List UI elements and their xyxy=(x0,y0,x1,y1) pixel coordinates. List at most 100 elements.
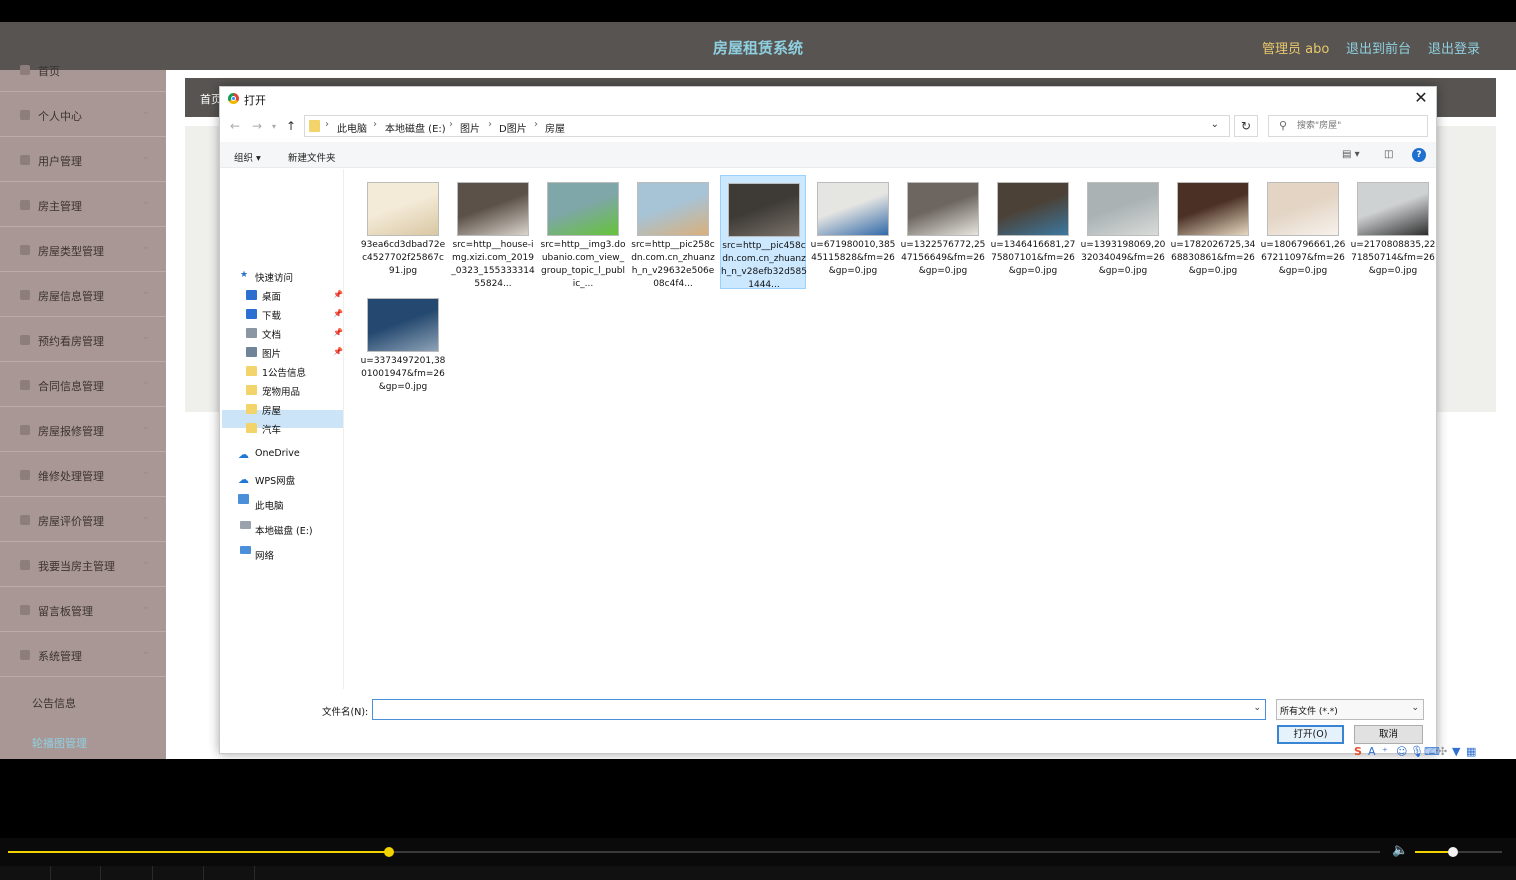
filename-combobox[interactable]: ⌄ xyxy=(372,699,1266,720)
chevron-down-icon[interactable]: ⌄ xyxy=(1411,703,1419,713)
admin-label: 管理员 abo xyxy=(1262,42,1330,57)
nav-downloads[interactable]: 下载 xyxy=(262,308,281,322)
nav-pictures[interactable]: 图片 xyxy=(262,346,281,360)
language-icon[interactable]: A xyxy=(1368,745,1376,758)
view-options-icon[interactable]: ▤ ▾ xyxy=(1342,149,1360,160)
sidebar-item-calendar[interactable]: 预约看房管理 ⌄ xyxy=(0,318,166,362)
search-box[interactable]: ⚲ xyxy=(1268,115,1428,137)
file-item[interactable]: src=http__house-img.xizi.com_2019_0323_1… xyxy=(450,175,536,289)
file-item[interactable]: u=1782026725,3468830861&fm=26&gp=0.jpg xyxy=(1170,175,1256,289)
file-item[interactable]: src=http__img3.doubanio.com_view_group_t… xyxy=(540,175,626,289)
desktop-icon xyxy=(246,290,257,300)
up-arrow-icon[interactable]: ↑ xyxy=(286,119,296,133)
pin-icon[interactable]: 📌 xyxy=(333,309,343,318)
sidebar-item-contract[interactable]: 合同信息管理 ⌄ xyxy=(0,363,166,407)
cancel-button[interactable]: 取消 xyxy=(1354,725,1423,744)
nav-onedrive[interactable]: OneDrive xyxy=(255,448,300,459)
sidebar-item-user[interactable]: 个人中心 ⌄ xyxy=(0,93,166,137)
file-item[interactable]: u=3373497201,3801001947&fm=26&gp=0.jpg xyxy=(360,291,446,405)
seek-handle[interactable] xyxy=(384,847,395,857)
emoji-icon[interactable]: ☺ xyxy=(1396,745,1407,758)
organize-button[interactable]: 组织 ▾ xyxy=(234,150,261,164)
open-button[interactable]: 打开(O) xyxy=(1277,725,1344,744)
nav-pet-supplies-folder[interactable]: 宠物用品 xyxy=(262,384,300,398)
pictures-icon xyxy=(246,347,257,357)
sidebar-item-house[interactable]: 房屋信息管理 ⌄ xyxy=(0,273,166,317)
nav-wps[interactable]: WPS网盘 xyxy=(255,473,295,487)
nav-house-folder[interactable]: 房屋 xyxy=(262,403,281,417)
punctuation-icon[interactable]: ⁺ xyxy=(1382,745,1388,758)
file-item[interactable]: u=1393198069,2032034049&fm=26&gp=0.jpg xyxy=(1080,175,1166,289)
forward-arrow-icon[interactable]: → xyxy=(252,119,262,133)
refresh-icon[interactable]: ↻ xyxy=(1234,115,1258,137)
chevron-down-icon: ⌄ xyxy=(141,331,150,342)
pin-icon[interactable]: 📌 xyxy=(333,290,343,299)
crumb-d-pictures[interactable]: D图片 xyxy=(499,120,527,135)
sidebar-item-settings[interactable]: 系统管理 ⌄ xyxy=(0,633,166,677)
nav-network[interactable]: 网络 xyxy=(255,548,274,562)
file-item[interactable]: u=1346416681,2775807101&fm=26&gp=0.jpg xyxy=(990,175,1076,289)
sidebar-item-category[interactable]: 房屋类型管理 ⌄ xyxy=(0,228,166,272)
contract-icon xyxy=(20,380,30,390)
sidebar-item-label: 我要当房主管理 xyxy=(38,560,115,573)
nav-quick-access[interactable]: 快速访问 xyxy=(255,270,293,284)
chevron-down-icon[interactable]: ⌄ xyxy=(1211,119,1219,130)
file-item[interactable]: u=671980010,38545115828&fm=26&gp=0.jpg xyxy=(810,175,896,289)
pin-icon[interactable]: 📌 xyxy=(333,347,343,356)
chevron-down-icon: ⌄ xyxy=(141,286,150,297)
filename-input[interactable] xyxy=(377,702,1247,717)
recent-chevron-down-icon[interactable]: ▾ xyxy=(272,122,276,131)
sidebar-item-repair[interactable]: 房屋报修管理 ⌄ xyxy=(0,408,166,452)
sidebar-sub-notice[interactable]: 公告信息 xyxy=(32,695,76,711)
sidebar-item-message[interactable]: 留言板管理 ⌄ xyxy=(0,588,166,632)
drive-icon xyxy=(240,521,251,529)
file-item[interactable]: src=http__pic258cdn.com.cn_zhuanzh_n_v29… xyxy=(630,175,716,289)
volume-icon[interactable]: 🔈 xyxy=(1392,843,1408,858)
seek-bar[interactable] xyxy=(8,847,1380,857)
sidebar-item-home[interactable]: 首页 xyxy=(0,48,166,92)
volume-slider[interactable] xyxy=(1415,847,1502,857)
address-bar[interactable]: › 此电脑 › 本地磁盘 (E:) › 图片 › D图片 › 房屋 ⌄ xyxy=(304,115,1230,137)
sidebar-sub-carousel[interactable]: 轮播图管理 xyxy=(32,735,87,751)
search-input[interactable] xyxy=(1297,118,1423,134)
image-thumbnail xyxy=(367,298,439,352)
settings-icon xyxy=(20,650,30,660)
dialog-title-bar: 打开 ✕ xyxy=(220,87,1436,111)
file-item[interactable]: u=1322576772,2547156649&fm=26&gp=0.jpg xyxy=(900,175,986,289)
nav-car-folder[interactable]: 汽车 xyxy=(262,422,281,436)
file-item[interactable]: src=http__pic458cdn.com.cn_zhuanzh_n_v28… xyxy=(720,175,807,290)
exit-to-frontend-link[interactable]: 退出到前台 xyxy=(1346,38,1411,57)
microphone-icon[interactable]: 🎙 xyxy=(1410,745,1424,758)
crumb-local-disk[interactable]: 本地磁盘 (E:) xyxy=(385,120,446,135)
nav-notice-folder[interactable]: 1公告信息 xyxy=(262,365,306,379)
back-arrow-icon[interactable]: ← xyxy=(230,119,240,133)
preview-pane-icon[interactable]: ◫ xyxy=(1384,149,1393,160)
sidebar-item-star[interactable]: 房屋评价管理 ⌄ xyxy=(0,498,166,542)
sidebar-item-wrench[interactable]: 维修处理管理 ⌄ xyxy=(0,453,166,497)
sogou-icon[interactable]: S xyxy=(1354,745,1362,758)
sidebar-item-owner[interactable]: 房主管理 ⌄ xyxy=(0,183,166,227)
filetype-select[interactable]: 所有文件 (*.*) ⌄ xyxy=(1276,699,1424,720)
pin-icon[interactable]: 📌 xyxy=(333,328,343,337)
crumb-this-pc[interactable]: 此电脑 xyxy=(337,120,367,135)
nav-desktop[interactable]: 桌面 xyxy=(262,289,281,303)
tools-icon[interactable]: ✣ xyxy=(1438,745,1447,758)
crumb-pictures[interactable]: 图片 xyxy=(460,120,480,135)
file-item[interactable]: u=2170808835,2271850714&fm=26&gp=0.jpg xyxy=(1350,175,1436,289)
new-folder-button[interactable]: 新建文件夹 xyxy=(288,150,336,164)
logout-link[interactable]: 退出登录 xyxy=(1428,38,1480,57)
volume-handle[interactable] xyxy=(1448,847,1459,857)
sidebar-item-users[interactable]: 用户管理 ⌄ xyxy=(0,138,166,182)
nav-local-disk[interactable]: 本地磁盘 (E:) xyxy=(255,523,313,537)
menu-icon[interactable]: ▦ xyxy=(1466,745,1476,758)
close-icon[interactable]: ✕ xyxy=(1412,88,1430,108)
skin-icon[interactable]: ▼ xyxy=(1452,745,1460,758)
help-icon[interactable]: ? xyxy=(1412,148,1426,162)
crumb-house[interactable]: 房屋 xyxy=(545,120,565,135)
nav-this-pc[interactable]: 此电脑 xyxy=(255,498,284,512)
chevron-down-icon[interactable]: ⌄ xyxy=(1253,703,1261,713)
file-item[interactable]: 93ea6cd3dbad72ec4527702f25867c91.jpg xyxy=(360,175,446,289)
file-item[interactable]: u=1806796661,2667211097&fm=26&gp=0.jpg xyxy=(1260,175,1346,289)
sidebar-item-key[interactable]: 我要当房主管理 ⌄ xyxy=(0,543,166,587)
nav-documents[interactable]: 文档 xyxy=(262,327,281,341)
